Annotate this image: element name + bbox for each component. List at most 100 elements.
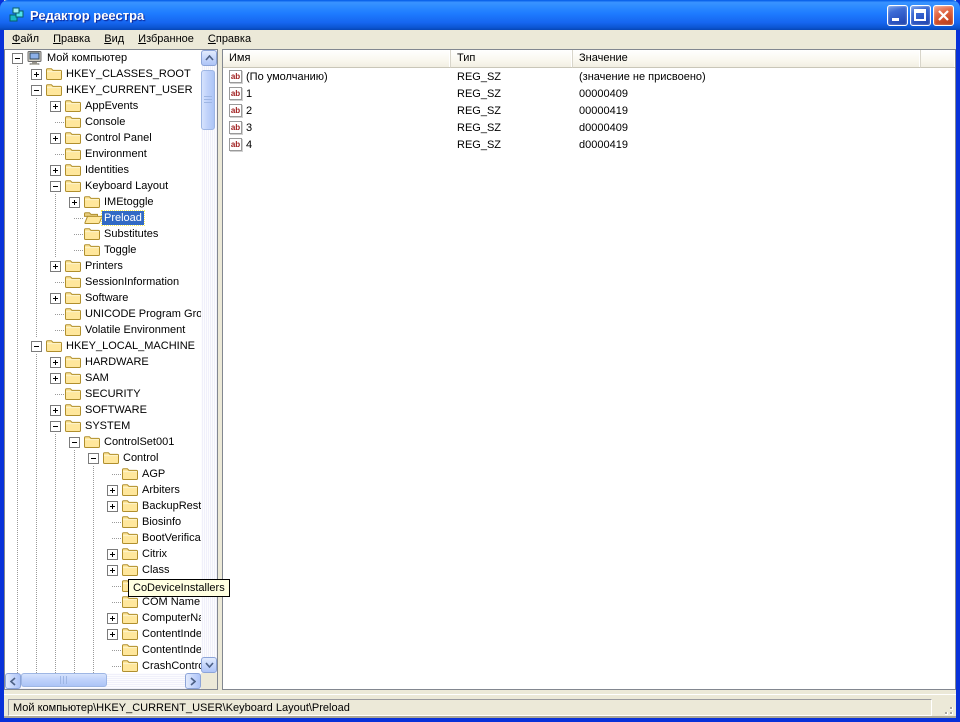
tree-label[interactable]: BootVerifica: [140, 531, 201, 545]
menu-item-4[interactable]: Избранное: [131, 31, 201, 48]
collapse-icon[interactable]: [31, 85, 42, 96]
collapse-icon[interactable]: [12, 53, 23, 64]
tree-label[interactable]: SOFTWARE: [83, 403, 149, 417]
collapse-icon[interactable]: [69, 437, 80, 448]
tree-row[interactable]: Keyboard Layout: [5, 178, 201, 194]
tree-label[interactable]: SECURITY: [83, 387, 143, 401]
tree-label[interactable]: Console: [83, 115, 127, 129]
tree-row[interactable]: HARDWARE: [5, 354, 201, 370]
expand-icon[interactable]: [50, 293, 61, 304]
collapse-icon[interactable]: [88, 453, 99, 464]
expand-icon[interactable]: [50, 357, 61, 368]
tree-row[interactable]: Volatile Environment: [5, 322, 201, 338]
tree-label[interactable]: Volatile Environment: [83, 323, 187, 337]
tree-label[interactable]: AGP: [140, 467, 167, 481]
tree-label[interactable]: Environment: [83, 147, 149, 161]
resize-grip-icon[interactable]: [940, 702, 955, 717]
tree-row[interactable]: ContentInde: [5, 642, 201, 658]
column-header-2[interactable]: Тип: [451, 50, 573, 68]
tree-row[interactable]: SECURITY: [5, 386, 201, 402]
minimize-button[interactable]: [887, 5, 908, 26]
expand-icon[interactable]: [50, 101, 61, 112]
tree-row[interactable]: Substitutes: [5, 226, 201, 242]
expand-icon[interactable]: [107, 613, 118, 624]
tree-row[interactable]: HKEY_CLASSES_ROOT: [5, 66, 201, 82]
tree-row[interactable]: BootVerifica: [5, 530, 201, 546]
tree-label[interactable]: Identities: [83, 163, 131, 177]
tree-row[interactable]: Printers: [5, 258, 201, 274]
tree-row[interactable]: Arbiters: [5, 482, 201, 498]
menu-item-5[interactable]: Справка: [201, 31, 258, 48]
titlebar[interactable]: Редактор реестра: [0, 0, 960, 30]
tree-row[interactable]: ComputerNa: [5, 610, 201, 626]
tree-row[interactable]: SYSTEM: [5, 418, 201, 434]
expand-icon[interactable]: [31, 69, 42, 80]
tree-label[interactable]: CrashContro: [140, 659, 201, 673]
tree-row[interactable]: Environment: [5, 146, 201, 162]
tree-label[interactable]: SAM: [83, 371, 111, 385]
tree-row[interactable]: Class: [5, 562, 201, 578]
tree-label[interactable]: Citrix: [140, 547, 169, 561]
expand-icon[interactable]: [50, 133, 61, 144]
tree-row[interactable]: HKEY_CURRENT_USER: [5, 82, 201, 98]
tree-label[interactable]: Preload: [102, 211, 144, 225]
tree-row[interactable]: ControlSet001: [5, 434, 201, 450]
close-button[interactable]: [933, 5, 954, 26]
tree-label[interactable]: HARDWARE: [83, 355, 151, 369]
expand-icon[interactable]: [107, 629, 118, 640]
tree-label[interactable]: ContentInde: [140, 643, 201, 657]
column-header-3[interactable]: Значение: [573, 50, 921, 68]
tree-label[interactable]: HKEY_CLASSES_ROOT: [64, 67, 193, 81]
horizontal-scroll-thumb[interactable]: [21, 673, 107, 687]
tree-label[interactable]: Substitutes: [102, 227, 160, 241]
scroll-up-button[interactable]: [201, 50, 217, 66]
tree-label[interactable]: BackupRest: [140, 499, 201, 513]
expand-icon[interactable]: [107, 549, 118, 560]
expand-icon[interactable]: [69, 197, 80, 208]
value-row[interactable]: ab1REG_SZ00000409: [223, 85, 955, 102]
tree-label[interactable]: Мой компьютер: [45, 51, 129, 65]
expand-icon[interactable]: [50, 405, 61, 416]
tree-row[interactable]: CrashContro: [5, 658, 201, 673]
tree-row[interactable]: Console: [5, 114, 201, 130]
tree-row[interactable]: AppEvents: [5, 98, 201, 114]
tree-label[interactable]: HKEY_CURRENT_USER: [64, 83, 195, 97]
tree-label[interactable]: ComputerNa: [140, 611, 201, 625]
tree-row[interactable]: SAM: [5, 370, 201, 386]
tree-label[interactable]: Biosinfo: [140, 515, 183, 529]
tree-label[interactable]: ControlSet001: [102, 435, 176, 449]
vertical-scroll-thumb[interactable]: [201, 70, 215, 130]
column-header-1[interactable]: Имя: [223, 50, 451, 68]
tree-horizontal-scrollbar[interactable]: [5, 673, 201, 689]
tree-label[interactable]: UNICODE Program Grou: [83, 307, 201, 321]
tree-label[interactable]: Software: [83, 291, 130, 305]
collapse-icon[interactable]: [31, 341, 42, 352]
tree-label[interactable]: Keyboard Layout: [83, 179, 170, 193]
value-row[interactable]: ab(По умолчанию)REG_SZ(значение не присв…: [223, 68, 955, 85]
scroll-left-button[interactable]: [5, 673, 21, 689]
expand-icon[interactable]: [107, 485, 118, 496]
tree-row[interactable]: Biosinfo: [5, 514, 201, 530]
tree-row[interactable]: Toggle: [5, 242, 201, 258]
tree-label[interactable]: SYSTEM: [83, 419, 132, 433]
tree-row[interactable]: Control: [5, 450, 201, 466]
menu-item-3[interactable]: Вид: [97, 31, 131, 48]
tree-row[interactable]: Software: [5, 290, 201, 306]
tree-row[interactable]: SessionInformation: [5, 274, 201, 290]
scroll-right-button[interactable]: [185, 673, 201, 689]
tree-label[interactable]: Control Panel: [83, 131, 154, 145]
tree-row[interactable]: Citrix: [5, 546, 201, 562]
expand-icon[interactable]: [107, 501, 118, 512]
tree-row[interactable]: ContentInde: [5, 626, 201, 642]
tree-label[interactable]: Control: [121, 451, 160, 465]
tree-label[interactable]: Toggle: [102, 243, 138, 257]
maximize-button[interactable]: [910, 5, 931, 26]
collapse-icon[interactable]: [50, 181, 61, 192]
tree-row[interactable]: UNICODE Program Grou: [5, 306, 201, 322]
expand-icon[interactable]: [107, 565, 118, 576]
tree-row[interactable]: AGP: [5, 466, 201, 482]
tree-label[interactable]: COM Name A: [140, 595, 201, 609]
tree-row[interactable]: Мой компьютер: [5, 50, 201, 66]
value-row[interactable]: ab2REG_SZ00000419: [223, 102, 955, 119]
value-row[interactable]: ab3REG_SZd0000409: [223, 119, 955, 136]
